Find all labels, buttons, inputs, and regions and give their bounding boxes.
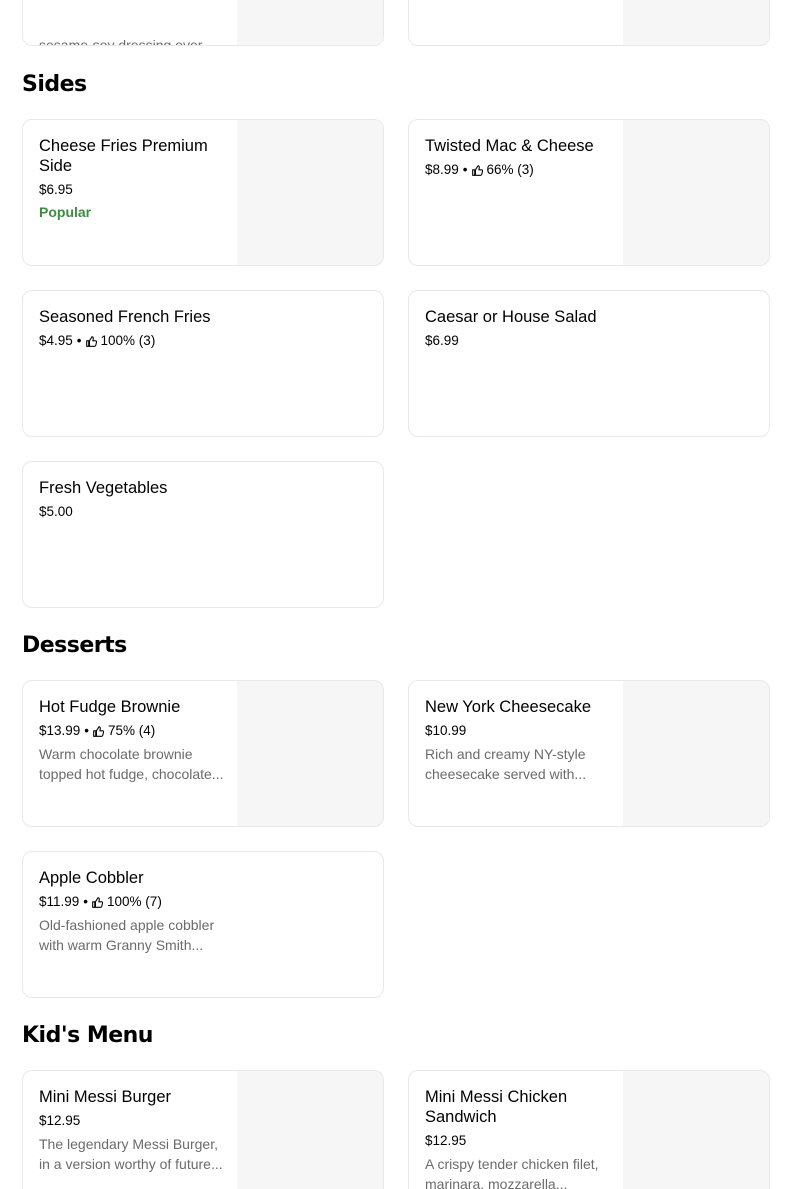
item-rating: 66% (3) (486, 162, 534, 177)
menu-item-card[interactable]: Cheese Fries Premium Side $6.95 Popular (22, 119, 384, 266)
item-description: sesame-soy dressing over ... (39, 37, 218, 46)
menu-item-card[interactable]: Apple Cobbler $11.99 • 100% (7) Old-fash… (22, 851, 384, 998)
separator-dot: • (462, 162, 468, 177)
item-rating: 75% (4) (108, 723, 156, 738)
item-name: Seasoned French Fries (39, 308, 211, 326)
item-price: $12.95 (425, 1133, 467, 1148)
item-price: $8.99 (425, 162, 459, 177)
item-image (623, 0, 769, 45)
item-description: A crispy tender chicken filet, marinara,… (425, 1156, 599, 1189)
item-description: Rich and creamy NY-style cheesecake serv… (425, 746, 587, 782)
menu-item-card[interactable]: Mini Messi Chicken Sandwich $12.95 A cri… (408, 1070, 770, 1189)
item-price: $6.95 (39, 182, 73, 197)
item-name: Twisted Mac & Cheese (425, 137, 594, 155)
separator-dot: • (83, 894, 89, 909)
item-rating: 100% (7) (107, 894, 162, 909)
item-name: Fresh Vegetables (39, 479, 168, 497)
separator-dot: • (76, 333, 82, 348)
item-image (237, 120, 383, 265)
item-image (237, 681, 383, 826)
item-price: $12.95 (39, 1113, 81, 1128)
menu-item-card[interactable]: Fresh Vegetables $5.00 (22, 461, 384, 608)
item-image (237, 1071, 383, 1189)
item-name: Hot Fudge Brownie (39, 698, 181, 716)
item-description: Old-fashioned apple cobbler with warm Gr… (39, 917, 215, 953)
item-rating: 100% (3) (100, 333, 156, 348)
menu-item-card[interactable]: sesame-soy dressing over ... (22, 0, 384, 46)
item-price: $5.00 (39, 504, 73, 519)
item-description: The legendary Messi Burger, in a version… (39, 1136, 223, 1172)
thumbs-up-icon (92, 896, 104, 908)
section-title-desserts: Desserts (22, 633, 127, 658)
separator-dot: • (84, 723, 90, 738)
item-name: New York Cheesecake (425, 698, 592, 716)
section-title-sides: Sides (22, 72, 87, 97)
item-price: $10.99 (425, 723, 467, 738)
menu-item-card[interactable]: Caesar or House Salad $6.99 (408, 290, 770, 437)
item-image (623, 120, 769, 265)
item-price: $13.99 (39, 723, 81, 738)
item-price: $4.95 (39, 333, 73, 348)
menu-item-card[interactable]: Hot Fudge Brownie $13.99 • 75% (4) Warm … (22, 680, 384, 827)
thumbs-up-icon (471, 164, 483, 176)
menu-item-card[interactable]: Twisted Mac & Cheese $8.99 • 66% (3) (408, 119, 770, 266)
thumbs-up-icon (93, 725, 105, 737)
item-price: $6.99 (425, 333, 459, 348)
menu-item-card[interactable]: Mini Messi Burger $12.95 The legendary M… (22, 1070, 384, 1189)
thumbs-up-icon (85, 335, 97, 347)
section-title-kids-menu: Kid's Menu (22, 1023, 153, 1048)
item-name: Mini Messi Burger (39, 1088, 172, 1106)
item-image (623, 681, 769, 826)
item-price: $11.99 (39, 894, 80, 909)
popular-badge: Popular (39, 204, 92, 220)
item-name: Mini Messi Chicken Sandwich (425, 1088, 568, 1126)
item-image (237, 0, 383, 45)
item-name: Caesar or House Salad (425, 308, 597, 326)
menu-item-card[interactable]: Seasoned French Fries $4.95 • 100% (3) (22, 290, 384, 437)
item-name: Apple Cobbler (39, 869, 144, 887)
item-description: Warm chocolate brownie topped hot fudge,… (39, 746, 224, 782)
item-name: Cheese Fries Premium Side (39, 137, 208, 175)
item-image (623, 1071, 769, 1189)
menu-item-card[interactable] (408, 0, 770, 46)
menu-item-card[interactable]: New York Cheesecake $10.99 Rich and crea… (408, 680, 770, 827)
